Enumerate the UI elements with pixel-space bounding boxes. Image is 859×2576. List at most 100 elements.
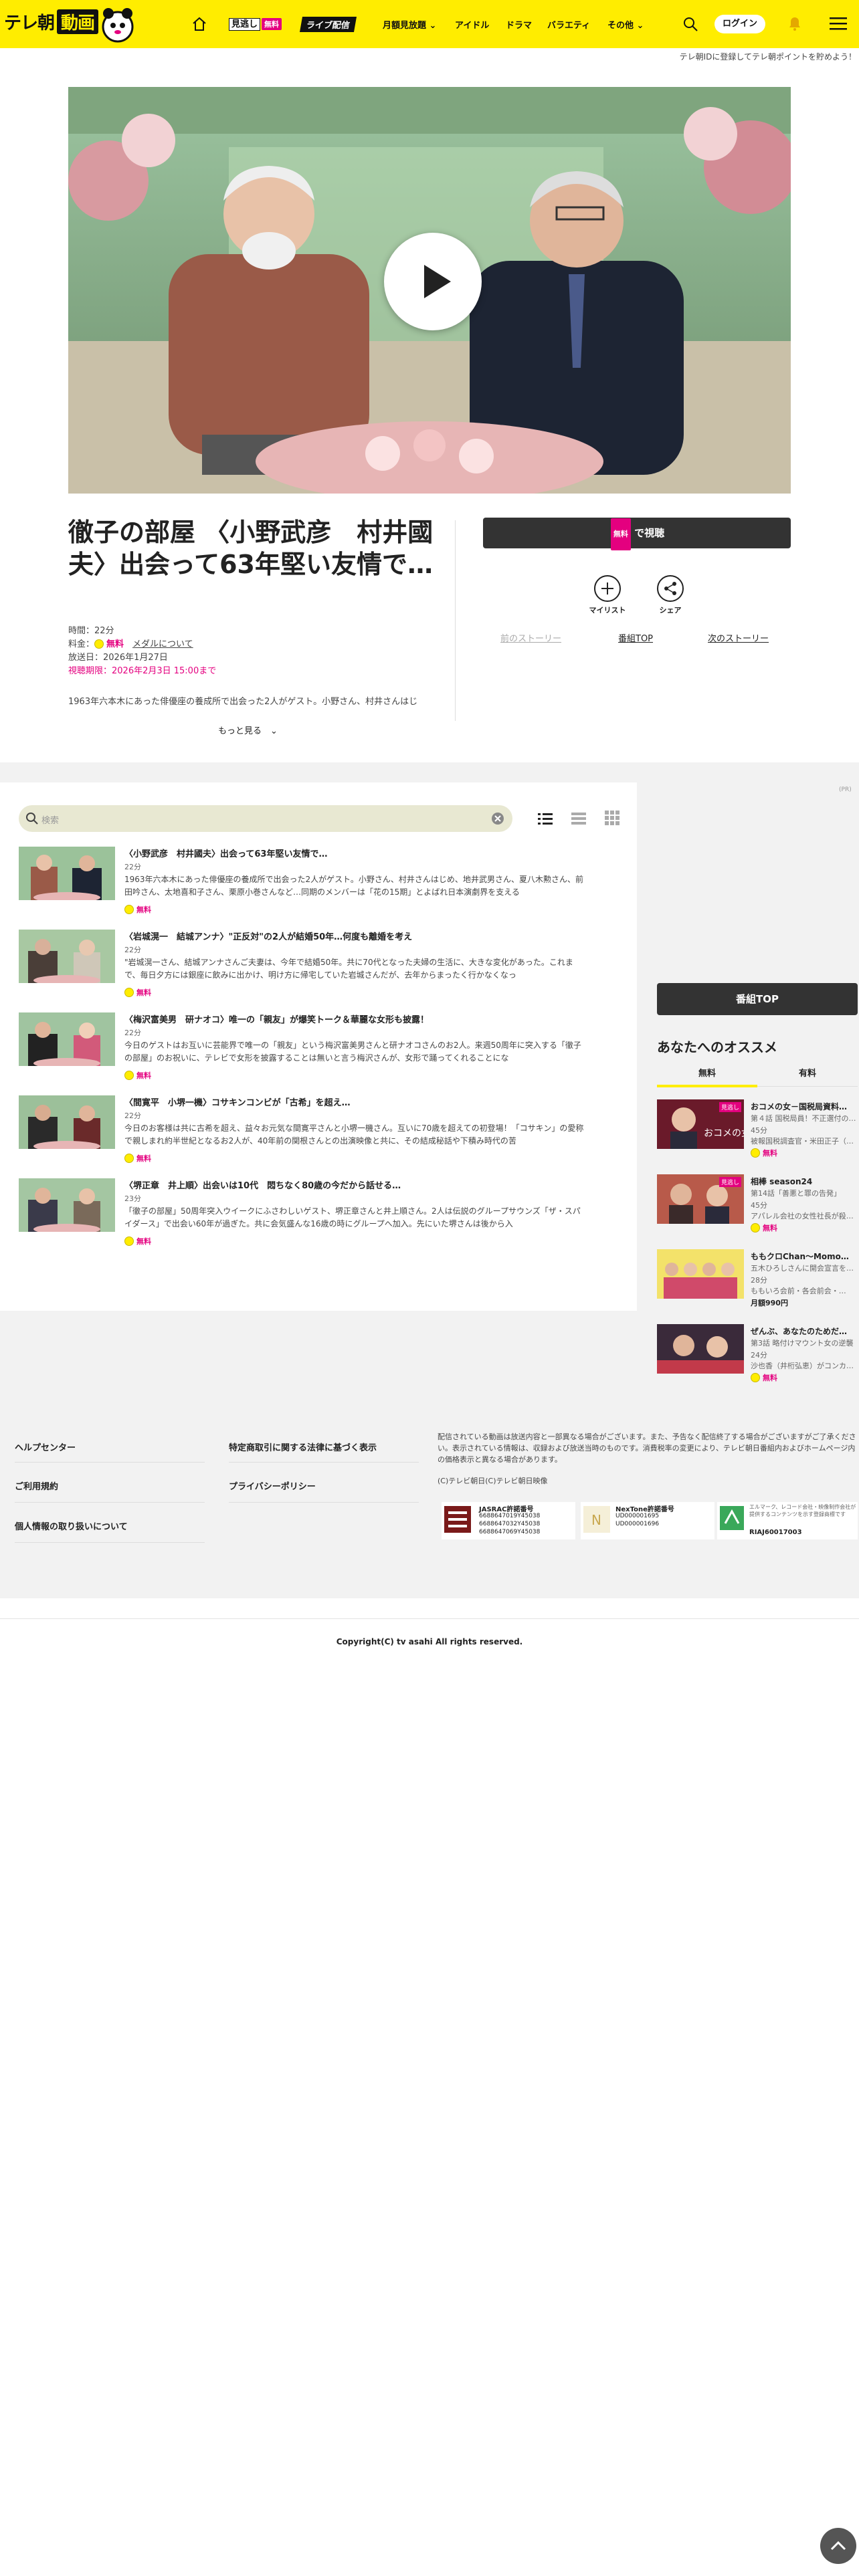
recommend-item[interactable]: ももクロChan～Momo… 五木ひろしさんに開会宣言を… 28分 ももいろ会前… xyxy=(0,1249,859,1309)
recommend-desc: ももいろ会前・各会前会・… xyxy=(751,1287,846,1295)
recommend-price: 無料 xyxy=(751,1148,777,1158)
episode-description: 1963年六本木にあった俳優座の養成所で出会った2人がゲスト。小野さん、村井さん… xyxy=(68,697,418,707)
episode-row[interactable]: 〈梅沢富美男 研ナオコ〉唯一の「親友」が爆笑トーク＆華麗な女形も披露！ 22分 … xyxy=(0,1012,637,1090)
more-button[interactable]: もっと見る ⌄ xyxy=(218,724,278,736)
record-text: エルマーク、レコード会社・映像制作会社が提供するコンテンツを示す登録商標です xyxy=(749,1504,856,1517)
header-subnote[interactable]: テレ朝IDに登録してテレ朝ポイントを貯めよう！ xyxy=(0,51,856,62)
nav-variety[interactable]: バラエティ xyxy=(547,18,590,31)
bell-icon[interactable] xyxy=(787,15,803,32)
recommend-thumbnail[interactable] xyxy=(657,1249,744,1299)
site-header: テレ朝 動画 見逃し 無料 ライブ配信 月額見放題 ⌄ アイドル ドラマ バラエティ… xyxy=(0,0,859,48)
recommend-heading: あなたへのオススメ xyxy=(657,1039,777,1055)
back-to-top-button[interactable] xyxy=(820,2528,856,2564)
episode-search-input[interactable] xyxy=(19,805,512,832)
coin-icon xyxy=(124,1237,134,1246)
tab-paid[interactable]: 有料 xyxy=(757,1066,858,1079)
episode-row[interactable]: 〈小野武彦 村井國夫〉出会って63年堅い友情で… 22分 1963年六本木にあっ… xyxy=(0,847,637,924)
recommend-duration: 24分 xyxy=(751,1351,767,1360)
program-top-link[interactable]: 番組TOP xyxy=(618,631,653,644)
episode-deadline: 視聴期限：2026年2月3日 15:00まで xyxy=(68,666,217,676)
episode-duration: 時間：22分 xyxy=(68,626,114,636)
footer-link-tokushoho[interactable]: 特定商取引に関する法律に基づく表示 xyxy=(229,1440,377,1453)
nav-live[interactable]: ライブ配信 xyxy=(299,17,357,32)
vertical-divider xyxy=(455,520,456,721)
mylist-label: マイリスト xyxy=(589,606,626,615)
copyright: Copyright(C) tv asahi All rights reserve… xyxy=(336,1637,523,1646)
logo-text: テレ朝 xyxy=(4,13,55,33)
episode-row-duration: 22分 xyxy=(124,1029,141,1037)
nav-drama[interactable]: ドラマ xyxy=(506,18,532,31)
recommend-tag: 見逃し xyxy=(719,1177,741,1187)
jasrac-license: JASRAC許諾番号 6688647019Y45038 6688647032Y4… xyxy=(442,1502,575,1539)
recommend-duration: 45分 xyxy=(751,1126,767,1135)
footer-link-privacy-policy[interactable]: プライバシーポリシー xyxy=(229,1479,316,1492)
recommend-title: ももクロChan～Momo… xyxy=(751,1252,849,1261)
episode-row-title: 〈梅沢富美男 研ナオコ〉唯一の「親友」が爆笑トーク＆華麗な女形も披露！ xyxy=(124,1015,430,1025)
coin-icon xyxy=(751,1148,760,1158)
list-view-icon[interactable] xyxy=(538,812,553,825)
recommend-tag: 見逃し xyxy=(719,1102,741,1112)
footer-separator xyxy=(0,1618,859,1619)
search-icon xyxy=(26,813,38,825)
medal-link[interactable]: メダルについて xyxy=(132,639,193,649)
video-player[interactable] xyxy=(68,87,791,494)
chevron-down-icon: ⌄ xyxy=(270,726,278,736)
nav-idol[interactable]: アイドル xyxy=(455,18,489,31)
recommend-desc: アパレル会社の女性社長が殺… xyxy=(751,1212,854,1220)
episode-row-free: 無料 xyxy=(124,904,151,915)
footer-link-terms[interactable]: ご利用規約 xyxy=(15,1479,58,1492)
recommend-duration: 45分 xyxy=(751,1201,767,1210)
coin-icon xyxy=(94,639,104,649)
svg-text:おコメの女: おコメの女 xyxy=(704,1128,744,1139)
recommend-item[interactable]: ぜんぶ、あなたのためだ… 第3話 略付けマウント女の逆襲 24分 沙也香（井桁弘… xyxy=(0,1324,859,1384)
share-button[interactable] xyxy=(657,575,684,602)
search-placeholder: 検索 xyxy=(41,816,60,826)
play-icon xyxy=(424,265,451,298)
episode-thumbnail[interactable] xyxy=(19,847,115,900)
watch-free-button[interactable]: 無料 で視聴 xyxy=(483,518,791,550)
episode-row[interactable]: 〈岩城滉一 結城アンナ〉"正反対"の2人が結婚50年…何度も離婚を考え 22分 … xyxy=(0,930,637,1007)
site-logo[interactable]: テレ朝 動画 xyxy=(4,9,99,34)
free-label: 無料 xyxy=(136,1237,151,1246)
play-button[interactable] xyxy=(384,233,482,330)
mylist-button[interactable] xyxy=(594,575,621,602)
episode-thumbnail[interactable] xyxy=(19,1012,115,1066)
nav-other[interactable]: その他 ⌄ xyxy=(607,18,644,31)
login-button[interactable]: ログイン xyxy=(714,15,765,33)
recommend-item[interactable]: おコメの女 見逃し おコメの女－国税局資料… 第４話 国税局員！不正選付の… 45… xyxy=(0,1099,859,1160)
recommend-duration: 28分 xyxy=(751,1276,767,1285)
home-icon[interactable] xyxy=(191,16,207,32)
nav-other-label: その他 xyxy=(607,21,634,31)
clear-icon[interactable] xyxy=(491,812,504,825)
footer-link-privacy-handling[interactable]: 個人情報の取り扱いについて xyxy=(15,1519,128,1532)
menu-icon[interactable] xyxy=(830,16,847,31)
recommend-thumbnail[interactable]: 見逃し xyxy=(657,1174,744,1224)
record-num: RIAJ60017003 xyxy=(749,1529,802,1536)
chevron-up-icon xyxy=(830,2541,846,2551)
logo-box-text: 動画 xyxy=(57,9,99,34)
grid-view-icon[interactable] xyxy=(605,811,619,825)
footer-note: 配信されている動画は放送内容と一部異なる場合がございます。また、予告なく配信終了… xyxy=(438,1432,856,1464)
nav-monthly[interactable]: 月額見放題 ⌄ xyxy=(383,18,436,31)
recommend-subtitle: 第14話「善悪と罪の告発」 xyxy=(751,1189,841,1198)
prev-story-link[interactable]: 前のストーリー xyxy=(500,631,561,644)
detail-view-icon[interactable] xyxy=(571,812,586,825)
episode-thumbnail[interactable] xyxy=(19,930,115,983)
tab-free[interactable]: 無料 xyxy=(657,1066,757,1079)
chevron-down-icon: ⌄ xyxy=(636,21,644,31)
share-label: シェア xyxy=(659,606,682,615)
jasrac-num: 6688647032Y45038 xyxy=(479,1521,541,1527)
share-icon xyxy=(664,582,676,595)
recommend-thumbnail[interactable] xyxy=(657,1324,744,1374)
mascot-icon xyxy=(102,8,134,43)
pr-label: (PR) xyxy=(839,786,852,793)
search-icon[interactable] xyxy=(682,16,698,32)
nav-mitai[interactable]: 見逃し 無料 xyxy=(229,17,282,31)
nav-free-badge: 無料 xyxy=(262,18,282,30)
sidebar-program-top-button[interactable]: 番組TOP xyxy=(657,983,858,1015)
footer-link-help[interactable]: ヘルプセンター xyxy=(15,1440,76,1453)
recommend-thumbnail[interactable]: おコメの女 見逃し xyxy=(657,1099,744,1149)
coin-icon xyxy=(751,1373,760,1382)
next-story-link[interactable]: 次のストーリー xyxy=(708,631,769,644)
recommend-item[interactable]: 見逃し 相棒 season24 第14話「善悪と罪の告発」 45分 アパレル会社… xyxy=(0,1174,859,1235)
